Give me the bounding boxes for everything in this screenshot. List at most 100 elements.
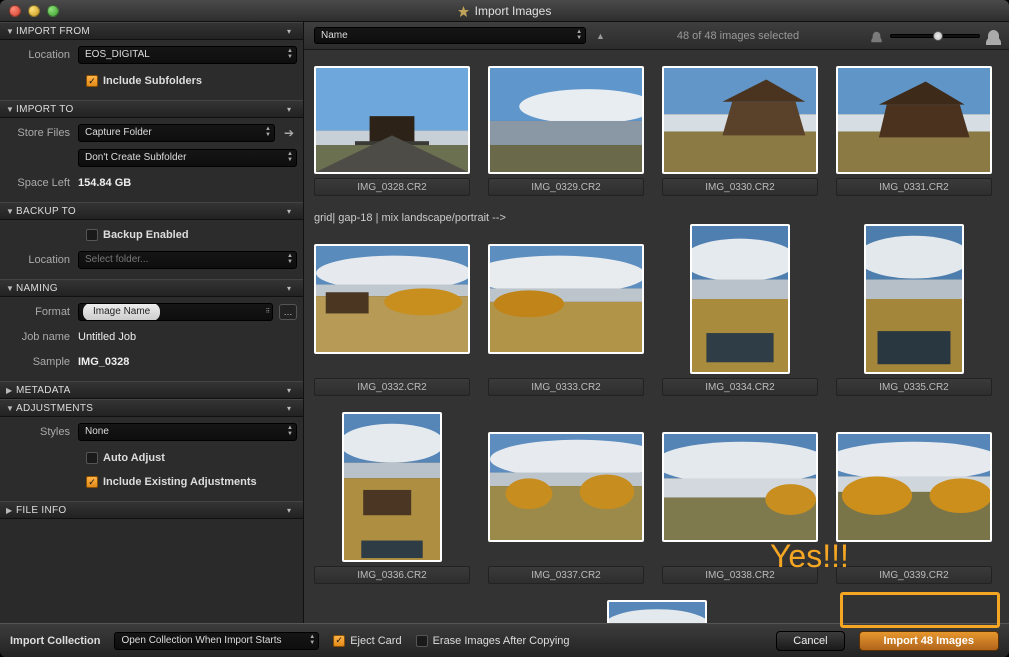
section-menu-icon[interactable]: ▾ (287, 404, 297, 413)
job-name-value[interactable]: Untitled Job (78, 331, 136, 343)
disclosure-triangle-icon: ▼ (6, 207, 16, 216)
section-header-backup-to[interactable]: ▼ BACKUP TO ▾ (0, 202, 303, 220)
close-window-button[interactable] (9, 5, 21, 17)
selection-status: 48 of 48 images selected (615, 30, 861, 42)
thumbnail[interactable] (314, 66, 470, 174)
thumbnail[interactable] (342, 412, 442, 562)
toolbar: Name ▲▼ ▲ 48 of 48 images selected (304, 22, 1009, 50)
auto-adjust-label: Auto Adjust (103, 452, 165, 464)
thumbnail-filename[interactable]: IMG_0331.CR2 (836, 178, 992, 196)
store-files-dropdown[interactable]: Capture Folder ▲▼ (78, 124, 275, 142)
erase-after-copy-label: Erase Images After Copying (433, 635, 570, 647)
thumbnail-filename[interactable]: IMG_0339.CR2 (836, 566, 992, 584)
sample-label: Sample (6, 356, 78, 368)
sort-dropdown[interactable]: Name ▲▼ (314, 27, 586, 44)
thumbnail[interactable] (662, 432, 818, 542)
window-title-text: Import Images (475, 4, 552, 18)
section-menu-icon[interactable]: ▾ (287, 207, 297, 216)
thumbnail-filename[interactable]: IMG_0329.CR2 (488, 178, 644, 196)
section-title: NAMING (16, 283, 58, 294)
thumbnail[interactable] (488, 432, 644, 542)
import-icon (458, 6, 469, 17)
section-header-file-info[interactable]: ▶ FILE INFO ▾ (0, 501, 303, 519)
disclosure-triangle-icon: ▶ (6, 506, 16, 515)
import-button[interactable]: Import 48 Images (859, 631, 999, 651)
thumbnail-filename[interactable]: IMG_0335.CR2 (836, 378, 992, 396)
thumbnail[interactable] (836, 66, 992, 174)
thumbnail-filename[interactable]: IMG_0333.CR2 (488, 378, 644, 396)
backup-location-dropdown[interactable]: Select folder... ▲▼ (78, 251, 297, 269)
disclosure-triangle-icon: ▶ (6, 386, 16, 395)
styles-dropdown[interactable]: None ▲▼ (78, 423, 297, 441)
location-label: Location (6, 49, 78, 61)
zoom-window-button[interactable] (47, 5, 59, 17)
reveal-folder-icon[interactable]: ➔ (281, 126, 297, 140)
section-header-import-from[interactable]: ▼ IMPORT FROM ▾ (0, 22, 303, 40)
section-menu-icon[interactable]: ▾ (287, 105, 297, 114)
section-header-naming[interactable]: ▼ NAMING ▾ (0, 279, 303, 297)
format-field[interactable]: Image Name (78, 303, 273, 321)
section-title: IMPORT TO (16, 104, 74, 115)
disclosure-triangle-icon: ▼ (6, 27, 16, 36)
thumbnail-filename[interactable]: IMG_0338.CR2 (662, 566, 818, 584)
thumbnail-large-icon[interactable] (988, 30, 999, 42)
sidebar: ▼ IMPORT FROM ▾ Location EOS_DIGITAL ▲▼ … (0, 22, 304, 623)
section-title: METADATA (16, 385, 71, 396)
thumbnail[interactable] (314, 244, 470, 354)
thumbnail-area: Name ▲▼ ▲ 48 of 48 images selected (304, 22, 1009, 623)
section-title: FILE INFO (16, 505, 66, 516)
subfolder-dropdown[interactable]: Don't Create Subfolder ▲▼ (78, 149, 297, 167)
section-header-adjustments[interactable]: ▼ ADJUSTMENTS ▾ (0, 399, 303, 417)
eject-card-label: Eject Card (350, 635, 401, 647)
job-name-label: Job name (6, 331, 78, 343)
include-subfolders-label: Include Subfolders (103, 75, 202, 87)
eject-card-checkbox[interactable]: ✓ (333, 635, 345, 647)
thumbnail-filename[interactable]: IMG_0334.CR2 (662, 378, 818, 396)
cancel-button[interactable]: Cancel (776, 631, 844, 651)
thumbnail[interactable] (607, 600, 707, 623)
thumbnail[interactable] (836, 432, 992, 542)
format-token: Image Name (83, 303, 160, 321)
space-left-value: 154.84 GB (78, 177, 131, 189)
minimize-window-button[interactable] (28, 5, 40, 17)
thumbnail-filename[interactable]: IMG_0330.CR2 (662, 178, 818, 196)
window-title: Import Images (0, 4, 1009, 18)
backup-enabled-label: Backup Enabled (103, 229, 189, 241)
disclosure-triangle-icon: ▼ (6, 284, 16, 293)
footer: Import Collection Open Collection When I… (0, 623, 1009, 657)
thumbnail-filename[interactable]: IMG_0332.CR2 (314, 378, 470, 396)
thumbnail[interactable] (488, 244, 644, 354)
section-header-metadata[interactable]: ▶ METADATA ▾ (0, 381, 303, 399)
include-existing-adjustments-checkbox[interactable]: ✓ (86, 476, 98, 488)
section-menu-icon[interactable]: ▾ (287, 386, 297, 395)
erase-after-copy-checkbox[interactable] (416, 635, 428, 647)
thumbnail-size-slider[interactable] (890, 34, 980, 38)
thumbnail-filename[interactable]: IMG_0328.CR2 (314, 178, 470, 196)
format-label: Format (6, 306, 78, 318)
format-presets-button[interactable]: … (279, 304, 297, 320)
thumbnail-filename[interactable]: IMG_0336.CR2 (314, 566, 470, 584)
section-header-import-to[interactable]: ▼ IMPORT TO ▾ (0, 100, 303, 118)
auto-adjust-checkbox[interactable] (86, 452, 98, 464)
thumbnail-filename[interactable]: IMG_0337.CR2 (488, 566, 644, 584)
section-menu-icon[interactable]: ▾ (287, 506, 297, 515)
thumbnail-grid[interactable]: IMG_0328.CR2 IMG_0329.CR2 IMG_0330.CR2 I… (304, 50, 1009, 623)
backup-enabled-checkbox[interactable] (86, 229, 98, 241)
disclosure-triangle-icon: ▼ (6, 105, 16, 114)
include-subfolders-checkbox[interactable]: ✓ (86, 75, 98, 87)
section-title: ADJUSTMENTS (16, 403, 93, 414)
location-dropdown[interactable]: EOS_DIGITAL ▲▼ (78, 46, 297, 64)
section-menu-icon[interactable]: ▾ (287, 284, 297, 293)
sample-value: IMG_0328 (78, 356, 129, 368)
titlebar: Import Images (0, 0, 1009, 22)
thumbnail[interactable] (864, 224, 964, 374)
sort-direction-icon[interactable]: ▲ (596, 31, 605, 41)
traffic-lights (0, 5, 59, 17)
import-collection-dropdown[interactable]: Open Collection When Import Starts ▲▼ (114, 632, 319, 650)
thumbnail[interactable] (662, 66, 818, 174)
thumbnail[interactable] (488, 66, 644, 174)
thumbnail-small-icon[interactable] (873, 31, 881, 39)
section-menu-icon[interactable]: ▾ (287, 27, 297, 36)
thumbnail[interactable] (690, 224, 790, 374)
include-existing-adjustments-label: Include Existing Adjustments (103, 476, 257, 488)
